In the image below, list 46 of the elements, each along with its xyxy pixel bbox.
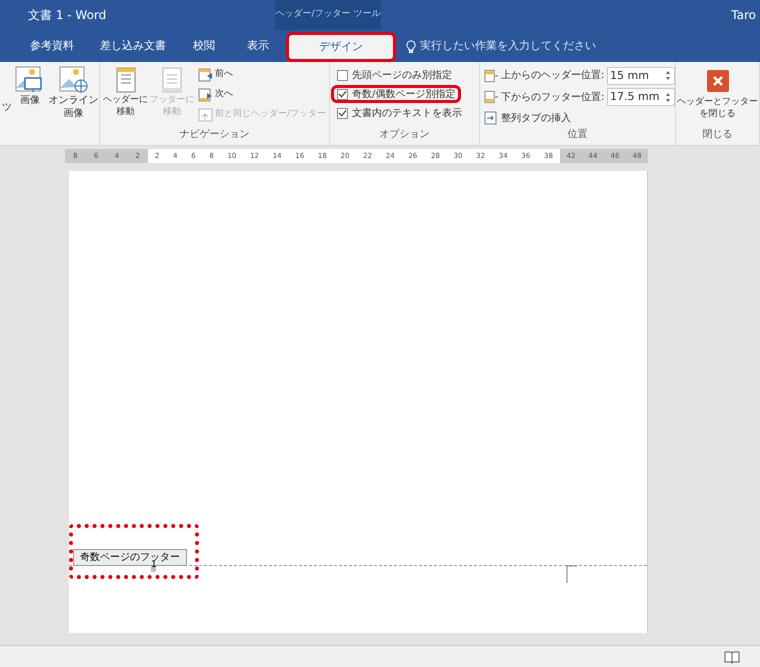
group-label: オプション xyxy=(378,128,430,142)
picture-icon xyxy=(58,66,88,94)
group-label: ナビゲーション xyxy=(178,128,250,142)
button-label[interactable]: ツ xyxy=(2,100,12,115)
picture-icon xyxy=(15,66,45,94)
tab[interactable]: 参考資料 xyxy=(16,30,88,62)
margin-corner-icon xyxy=(566,565,578,584)
checkbox[interactable] xyxy=(337,88,348,100)
field-label: 下からのフッター位置: xyxy=(501,90,604,105)
tab[interactable]: 表示 xyxy=(230,30,286,62)
checkbox-option[interactable]: 奇数/偶数ページ別指定 xyxy=(331,85,462,103)
checkbox[interactable] xyxy=(337,108,348,118)
group-label: 閉じる xyxy=(702,128,734,142)
user-name[interactable]: Taro xyxy=(731,0,760,30)
tab[interactable]: デザイン xyxy=(286,32,396,62)
context-tool-title: ヘッダー/フッター ツール xyxy=(275,0,381,30)
insert-tab-button[interactable]: 整列タブの挿入 xyxy=(484,109,675,127)
close-icon xyxy=(706,70,728,92)
read-mode-icon xyxy=(724,650,740,664)
tell-me-field[interactable]: 実行したい作業を入力してください xyxy=(420,38,596,54)
small-button[interactable]: 次へ xyxy=(198,86,326,103)
checkbox[interactable] xyxy=(337,70,348,80)
image-button[interactable]: 画像 xyxy=(15,66,45,107)
close-header-footer-button[interactable]: ヘッダーとフッターを閉じる xyxy=(677,66,758,127)
checkbox-option[interactable]: 文書内のテキストを表示 xyxy=(331,104,479,122)
link-icon xyxy=(198,108,213,122)
navigation-button[interactable]: ヘッダーに移動 xyxy=(103,66,148,127)
field-label: 上からのヘッダー位置: xyxy=(501,68,604,84)
image-button[interactable]: オンライン画像 xyxy=(48,66,99,120)
tab[interactable]: 差し込み文書 xyxy=(88,30,178,62)
page-number: 1 xyxy=(151,558,156,572)
position-icon xyxy=(484,90,498,104)
small-button: 前と同じヘッダー/フッター xyxy=(198,106,326,123)
lightbulb-icon xyxy=(406,40,416,52)
spin-field[interactable]: 15 mm xyxy=(607,66,675,85)
window-title: 文書 1 - Word xyxy=(27,7,108,24)
small-button[interactable]: 前へ xyxy=(198,66,326,83)
navigation-button: フッターに移動 xyxy=(149,66,195,127)
spinner-icon xyxy=(665,92,671,103)
tab[interactable]: 校閲 xyxy=(178,30,230,62)
spin-field[interactable]: 17.5 mm xyxy=(607,88,675,106)
tab-insert-icon xyxy=(484,111,497,126)
group-label: 位置 xyxy=(566,128,588,142)
spinner-icon xyxy=(665,70,671,82)
position-icon xyxy=(484,68,498,83)
checkbox-option[interactable]: 先頭ページのみ別指定 xyxy=(331,66,479,84)
